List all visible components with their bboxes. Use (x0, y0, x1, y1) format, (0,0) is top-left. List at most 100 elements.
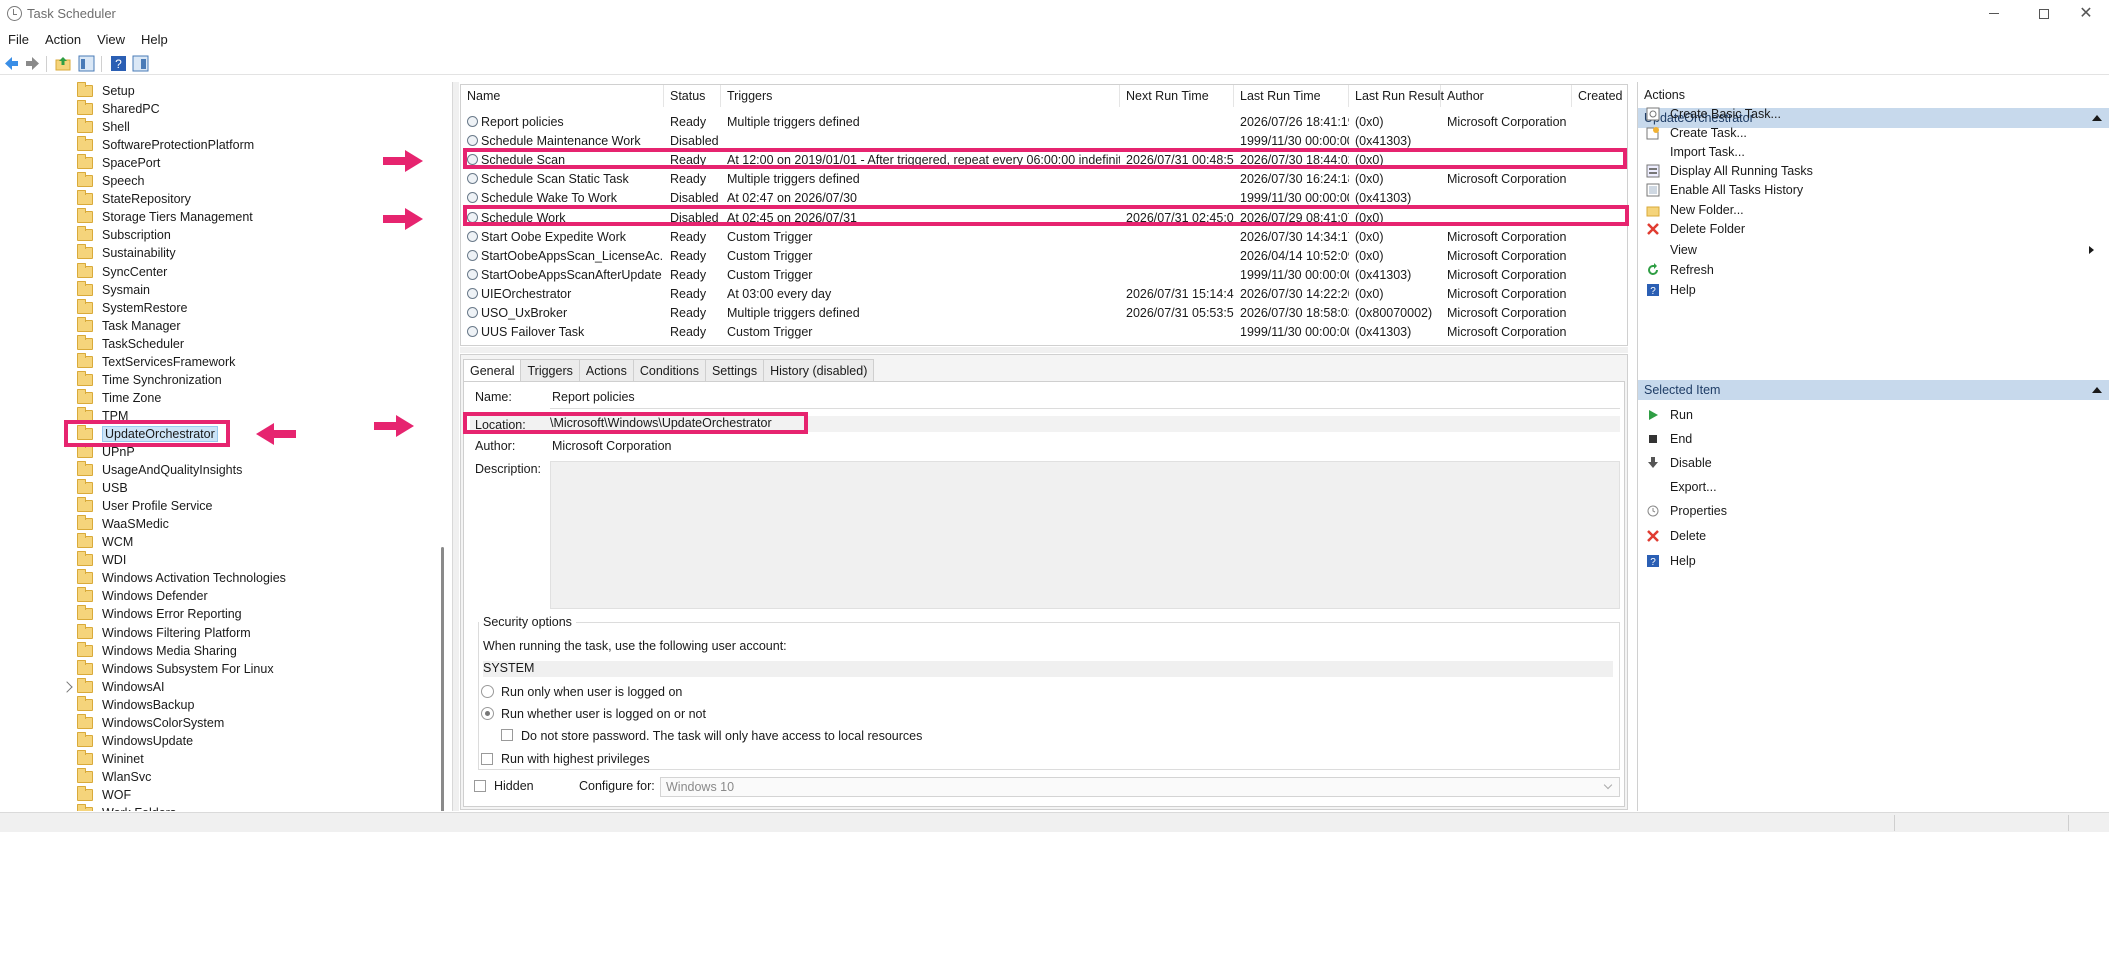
table-row[interactable]: StartOobeAppsScanAfterUpdate Ready Custom … (461, 266, 1627, 285)
menu-action[interactable]: Action (37, 30, 89, 50)
tree-folder-item[interactable]: Windows Activation Technologies (77, 569, 286, 587)
highest-privileges-checkbox[interactable] (481, 753, 493, 765)
name-value[interactable]: Report policies (552, 390, 635, 404)
tree-scrollbar[interactable] (441, 547, 444, 811)
action-item[interactable]: Delete (1646, 526, 1706, 546)
action-item[interactable]: Refresh (1646, 260, 2102, 280)
tab-history[interactable]: History (disabled) (763, 359, 875, 381)
tree-folder-item[interactable]: Time Synchronization (77, 370, 222, 389)
action-item[interactable]: New Folder... (1646, 200, 2102, 220)
user-account-field[interactable]: SYSTEM (483, 661, 1613, 677)
column-header-name[interactable]: Name (461, 85, 664, 107)
tree-folder-item[interactable]: Windows Error Reporting (77, 605, 242, 623)
do-not-store-password-label[interactable]: Do not store password. The task will onl… (521, 729, 922, 743)
do-not-store-password-checkbox[interactable] (501, 729, 513, 741)
table-row[interactable]: StartOobeAppsScan_LicenseAc... Ready Custo… (461, 247, 1627, 266)
table-row[interactable]: Start Oobe Expedite Work Ready Custom Trig… (461, 228, 1627, 247)
collapse-arrow-icon[interactable] (2092, 387, 2102, 393)
help-icon[interactable]: ? (110, 55, 127, 72)
close-button[interactable]: ✕ (2063, 0, 2109, 27)
column-header-last-run-time[interactable]: Last Run Time (1234, 85, 1349, 107)
tab-settings[interactable]: Settings (704, 359, 765, 381)
tree-folder-item[interactable]: Task Manager (77, 316, 181, 335)
tree-folder-item[interactable]: Setup (77, 82, 135, 100)
hidden-label[interactable]: Hidden (494, 779, 534, 793)
action-item[interactable]: Disable (1646, 453, 1712, 473)
show-hide-action-pane-icon[interactable] (132, 55, 149, 72)
run-only-logged-on-radio[interactable] (481, 685, 494, 698)
tree-folder-item[interactable]: WCM (77, 533, 133, 551)
tree-folder-item[interactable]: WindowsBackup (77, 695, 194, 714)
action-item[interactable]: Export... (1646, 477, 1717, 497)
action-item[interactable]: Enable All Tasks History (1646, 180, 2102, 200)
column-header-triggers[interactable]: Triggers (721, 85, 1120, 107)
hidden-checkbox[interactable] (474, 780, 486, 792)
tab-actions[interactable]: Actions (578, 359, 634, 381)
tree-folder-item[interactable]: SyncCenter (77, 262, 167, 281)
actions-group-selected-item[interactable]: Selected Item (1638, 380, 2109, 400)
tree-folder-item[interactable]: WindowsUpdate (77, 731, 193, 750)
back-arrow-icon[interactable] (3, 55, 20, 72)
table-row[interactable]: UUS Failover Task Ready Custom Trigger 1999… (461, 323, 1627, 342)
menu-help[interactable]: Help (133, 30, 176, 50)
action-item[interactable]: Run (1646, 405, 1693, 425)
author-value[interactable]: Microsoft Corporation (552, 439, 672, 453)
tree-folder-item[interactable]: Windows Defender (77, 587, 208, 605)
action-item[interactable]: ? Help (1646, 280, 2102, 300)
tree-folder-item[interactable]: Windows Subsystem For Linux (77, 659, 274, 678)
tree-folder-item[interactable]: SharedPC (77, 100, 160, 118)
run-whether-logged-on-radio[interactable] (481, 707, 494, 720)
description-field[interactable] (550, 461, 1620, 609)
maximize-button[interactable] (2021, 0, 2067, 27)
action-item[interactable]: Create Basic Task... (1646, 104, 2102, 124)
action-item[interactable]: Properties (1646, 501, 1727, 521)
tree-folder-item[interactable]: Speech (77, 172, 144, 190)
action-item[interactable]: Display All Running Tasks (1646, 161, 2102, 181)
tree-folder-item[interactable]: Windows Media Sharing (77, 641, 237, 660)
tree-folder-item[interactable]: SoftwareProtectionPlatform (77, 136, 254, 154)
table-row[interactable]: Report policies Ready Multiple triggers de… (461, 113, 1627, 132)
tree-folder-item[interactable]: Windows Filtering Platform (77, 623, 251, 642)
minimize-button[interactable] (1971, 0, 2017, 27)
tab-conditions[interactable]: Conditions (632, 359, 706, 381)
table-row[interactable]: Schedule Scan Static Task Ready Multiple t… (461, 170, 1627, 189)
action-item[interactable]: Create Task... (1646, 123, 2102, 143)
tree-folder-item[interactable]: Work Folders (77, 804, 176, 811)
tree-folder-item[interactable]: WlanSvc (77, 767, 151, 786)
column-header-last-run-result[interactable]: Last Run Result (1349, 85, 1444, 107)
tree-folder-item[interactable]: Sustainability (77, 244, 176, 262)
tree-folder-item[interactable]: WOF (77, 785, 131, 804)
tree-folder-item[interactable]: SpacePort (77, 154, 160, 172)
chevron-right-icon[interactable] (61, 680, 73, 693)
tree-folder-item[interactable]: USB (77, 479, 128, 497)
column-header-created[interactable]: Created (1572, 85, 1627, 107)
tree-folder-item[interactable]: Wininet (77, 749, 144, 768)
tree-folder-item[interactable]: Shell (77, 118, 130, 136)
table-row[interactable]: USO_UxBroker Ready Multiple triggers defin… (461, 304, 1627, 323)
tree-folder-item[interactable]: WaaSMedic (77, 515, 169, 533)
tab-triggers[interactable]: Triggers (520, 359, 580, 381)
tree-folder-item[interactable]: Sysmain (77, 280, 150, 299)
tree-folder-item[interactable]: SystemRestore (77, 298, 187, 317)
tree-folder-item[interactable]: Time Zone (77, 388, 161, 407)
highest-privileges-label[interactable]: Run with highest privileges (501, 752, 650, 766)
action-item[interactable]: Delete Folder (1646, 219, 2102, 239)
up-folder-icon[interactable] (55, 55, 72, 72)
menu-file[interactable]: File (0, 30, 37, 50)
tree-folder-item[interactable]: TextServicesFramework (77, 352, 235, 371)
menu-view[interactable]: View (89, 30, 133, 50)
configure-for-select[interactable]: Windows 10 (660, 777, 1620, 797)
tree-folder-item[interactable]: User Profile Service (77, 497, 212, 515)
column-header-next-run-time[interactable]: Next Run Time (1120, 85, 1234, 107)
horizontal-splitter[interactable] (460, 347, 1628, 353)
action-item[interactable]: Import Task... (1646, 142, 2102, 162)
tree-folder-item[interactable]: Subscription (77, 226, 171, 244)
action-item[interactable]: View (1646, 240, 2102, 260)
tree-folder-item[interactable]: WDI (77, 551, 126, 569)
forward-arrow-icon[interactable] (24, 55, 41, 72)
pane-splitter[interactable] (453, 82, 459, 811)
tree-folder-item[interactable]: Storage Tiers Management (77, 208, 253, 226)
show-hide-tree-icon[interactable] (78, 55, 95, 72)
table-row[interactable]: UIEOrchestrator Ready At 03:00 every day 20… (461, 285, 1627, 304)
action-item[interactable]: ? Help (1646, 551, 1696, 571)
